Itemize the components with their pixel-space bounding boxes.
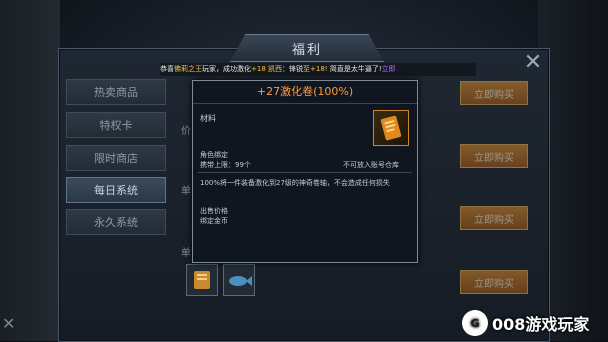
tooltip-description: 100%将一件装备激化到27级的神奇卷轴，不会造成任何损失: [200, 179, 390, 187]
tooltip-title: +27激化卷(100%): [193, 81, 417, 104]
corner-x-icon: ✕: [2, 314, 16, 333]
announcement-marquee: 恭喜佛莉之王玩家，成功激化+18 凯西：锋锐至+18! 简直是太牛逼了!立即: [160, 63, 476, 76]
row-label: 单: [181, 248, 191, 259]
marquee-prefix: 恭喜: [160, 65, 174, 73]
item-slot[interactable]: [186, 264, 218, 296]
marquee-link[interactable]: 立即: [382, 65, 396, 73]
tooltip-price-label: 出售价格: [200, 207, 228, 215]
row-label: 单: [181, 186, 191, 197]
tooltip-divider: [198, 172, 412, 173]
marquee-mid1: 玩家，成功激化: [202, 65, 251, 73]
watermark-text: 008游戏玩家: [492, 315, 590, 334]
tab-limited-shop[interactable]: 限时商店: [66, 145, 166, 171]
watermark: G 008游戏玩家: [462, 306, 608, 340]
scroll-icon: [194, 271, 210, 289]
panel-title: 福利: [230, 34, 384, 62]
tab-privilege-card[interactable]: 特权卡: [66, 112, 166, 138]
marquee-suffix: 简直是太牛逼了!: [327, 65, 382, 73]
buy-button[interactable]: 立即购买: [460, 206, 528, 230]
marquee-item1: +18 凯西: [251, 65, 282, 73]
item-tooltip: +27激化卷(100%) 材料 角色绑定 携带上限：99个 不可放入账号仓库 1…: [192, 80, 418, 263]
watermark-logo: G: [462, 310, 488, 336]
marquee-player: 佛莉之王: [174, 65, 202, 73]
tooltip-max-value: 99个: [235, 161, 251, 169]
fish-icon: [229, 276, 252, 286]
item-slot[interactable]: [223, 264, 255, 296]
tab-permanent[interactable]: 永久系统: [66, 209, 166, 235]
row-label: 价: [181, 126, 191, 137]
marquee-mid2: ：锋锐: [282, 65, 303, 73]
tab-daily[interactable]: 每日系统: [66, 177, 166, 203]
buy-button[interactable]: 立即购买: [460, 81, 528, 105]
tooltip-price-value: 绑定金币: [200, 217, 228, 225]
tooltip-type: 材料: [200, 114, 216, 123]
tooltip-no-storage: 不可放入账号仓库: [343, 161, 399, 169]
close-icon[interactable]: ✕: [522, 52, 544, 74]
buy-button[interactable]: 立即购买: [460, 144, 528, 168]
tooltip-bind: 角色绑定: [200, 151, 228, 159]
scroll-icon: [373, 110, 409, 146]
background-left: [0, 0, 60, 341]
tooltip-max: 携带上限：99个: [200, 160, 251, 170]
buy-button[interactable]: 立即购买: [460, 270, 528, 294]
tooltip-max-label: 携带上限：: [200, 161, 235, 169]
tab-hot-items[interactable]: 热卖商品: [66, 79, 166, 105]
marquee-item2: 至+18!: [303, 65, 328, 73]
